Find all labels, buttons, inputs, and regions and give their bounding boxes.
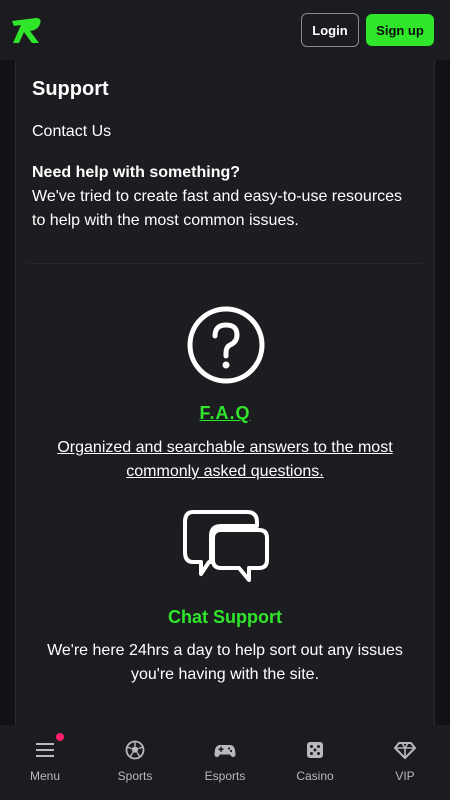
nav-item-casino[interactable]: Casino	[270, 725, 360, 800]
chat-support-description: We're here 24hrs a day to help sort out …	[47, 642, 403, 683]
gamepad-icon	[214, 745, 236, 757]
nav-item-vip[interactable]: VIP	[360, 725, 450, 800]
diamond-icon	[394, 742, 416, 759]
nav-label-vip: VIP	[395, 769, 415, 783]
dice-icon	[307, 742, 323, 758]
nav-label-menu: Menu	[29, 769, 61, 783]
chat-bubbles-icon[interactable]	[181, 508, 271, 588]
contact-us-link[interactable]: Contact Us	[32, 123, 111, 141]
notification-dot	[56, 733, 64, 741]
chat-support-title[interactable]: Chat Support	[16, 607, 434, 628]
nav-item-menu[interactable]: Menu	[0, 725, 90, 800]
faq-description-link[interactable]: Organized and searchable answers to the …	[36, 436, 414, 484]
brand-logo-icon[interactable]	[10, 13, 44, 47]
nav-label-esports: Esports	[204, 769, 246, 783]
help-body: We've tried to create fast and easy-to-u…	[32, 188, 403, 229]
help-heading: Need help with something?	[32, 164, 241, 181]
support-panel: Support Contact Us Need help with someth…	[15, 60, 435, 725]
help-intro: Need help with something? We've tried to…	[32, 161, 417, 233]
menu-icon	[36, 743, 54, 757]
soccer-ball-icon	[125, 740, 145, 760]
bottom-navigation: Menu Sports Esports Casino VIP	[0, 725, 450, 800]
nav-item-esports[interactable]: Esports	[180, 725, 270, 800]
page-title: Support	[32, 78, 109, 100]
section-divider	[28, 263, 422, 264]
top-header: Login Sign up	[0, 0, 450, 60]
nav-item-sports[interactable]: Sports	[90, 725, 180, 800]
faq-link[interactable]: F.A.Q	[16, 403, 434, 424]
login-button[interactable]: Login	[301, 13, 359, 47]
nav-label-sports: Sports	[117, 769, 153, 783]
nav-label-casino: Casino	[296, 769, 334, 783]
question-circle-icon[interactable]	[186, 305, 266, 385]
signup-button[interactable]: Sign up	[366, 14, 434, 46]
